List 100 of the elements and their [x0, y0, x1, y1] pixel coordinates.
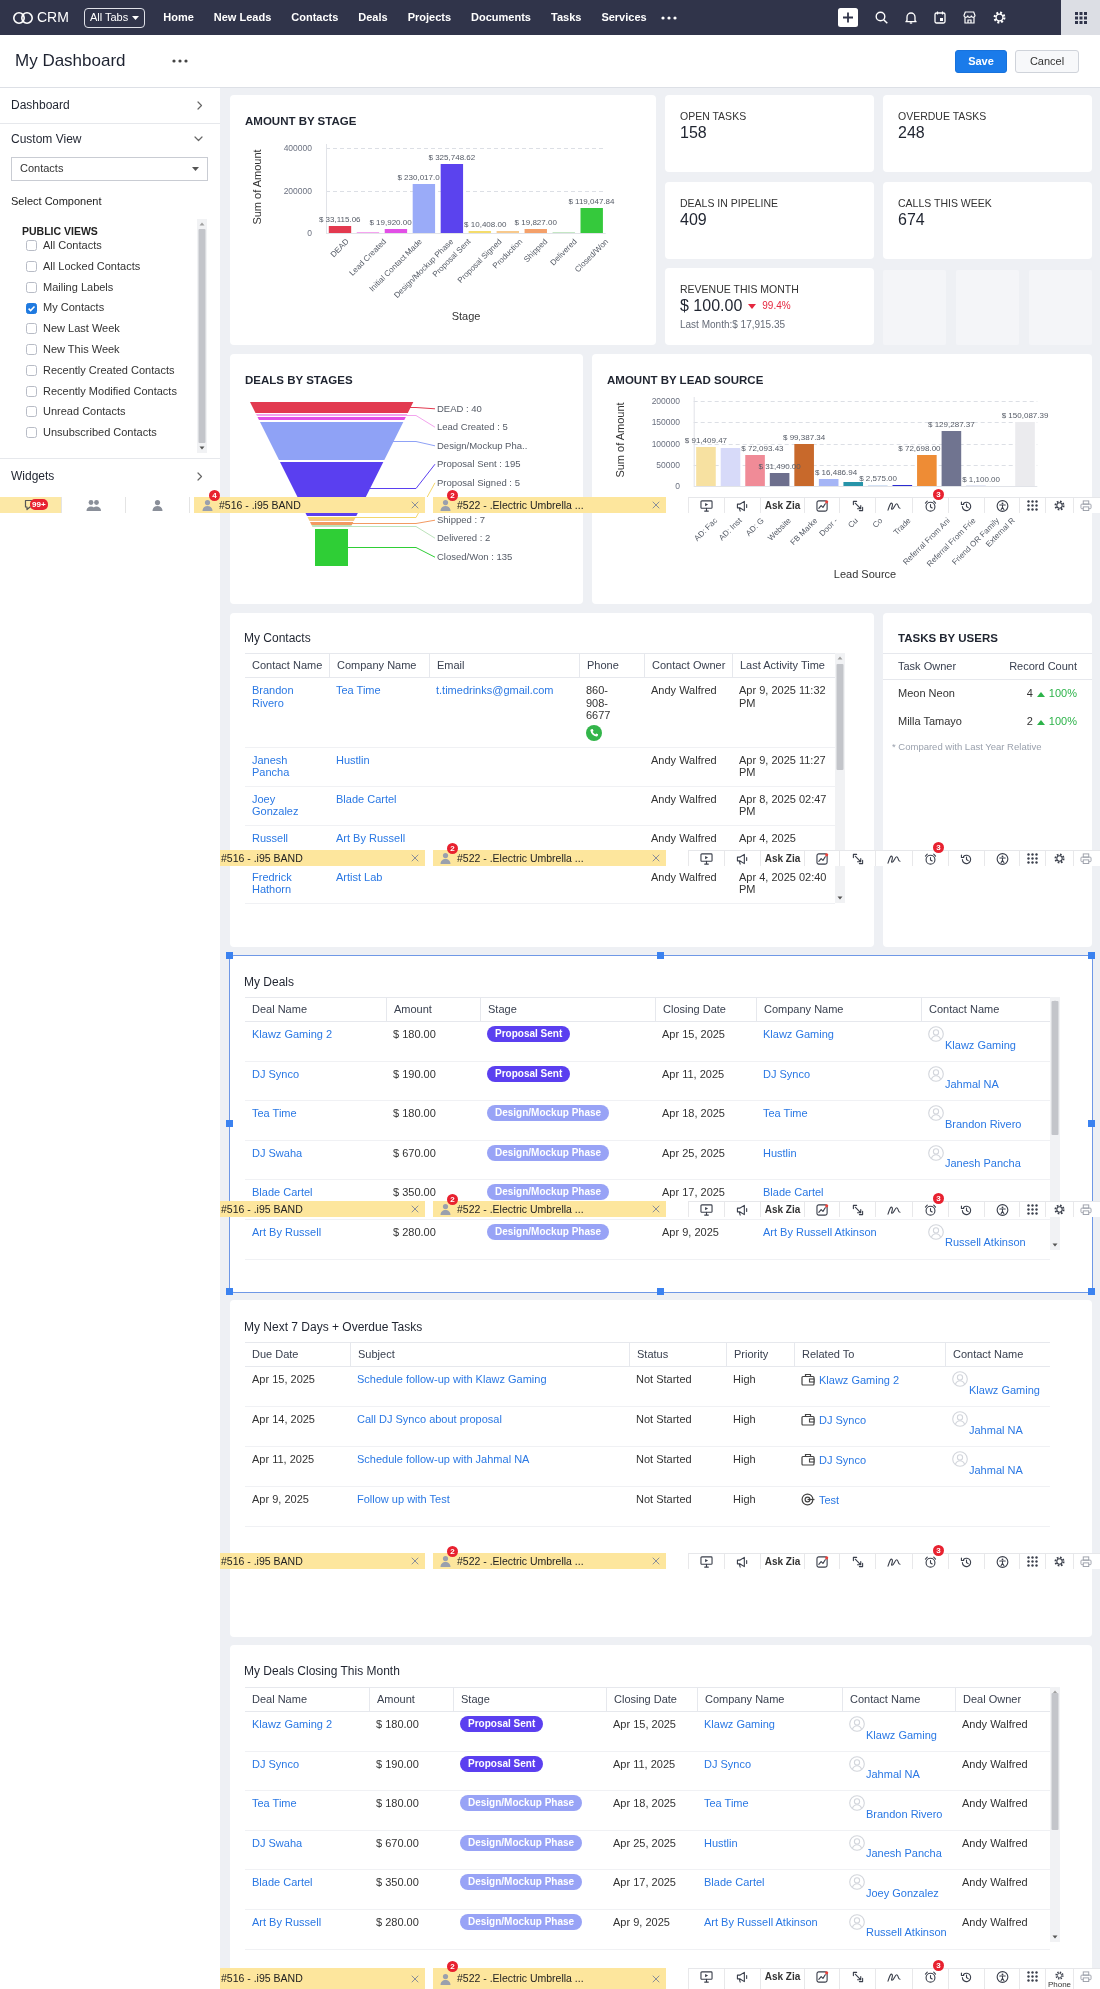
- deal-link[interactable]: DJ Swaha: [252, 1836, 303, 1850]
- chats-tab[interactable]: 99+: [0, 497, 62, 513]
- company-link[interactable]: Art By Russell Atkinson: [763, 1225, 877, 1239]
- deal-link[interactable]: Tea Time: [252, 1797, 297, 1810]
- nav-tab[interactable]: Documents: [471, 10, 531, 25]
- scrollbar[interactable]: [1050, 997, 1060, 1250]
- company-link[interactable]: Blade Cartel: [336, 792, 397, 805]
- task-link[interactable]: Schedule follow-up with Jahmal NA: [357, 1453, 530, 1466]
- chat-tab[interactable]: #516 - .i95 BAND: [220, 1968, 425, 1989]
- company-link[interactable]: Artist Lab: [336, 870, 383, 883]
- checkbox[interactable]: [26, 323, 37, 335]
- company-link[interactable]: Hustlin: [336, 753, 370, 766]
- close-icon[interactable]: [411, 1205, 419, 1213]
- deal-link[interactable]: Art By Russell: [252, 1225, 322, 1239]
- company-link[interactable]: Tea Time: [336, 684, 381, 697]
- ask-zia-button[interactable]: Ask Zia: [760, 1969, 804, 1989]
- contact-link[interactable]: Janesh Pancha: [945, 1157, 1021, 1170]
- nav-tab[interactable]: Deals: [358, 10, 388, 25]
- search-icon[interactable]: [875, 11, 888, 24]
- deal-link[interactable]: DJ Synco: [252, 1067, 300, 1081]
- contact-link[interactable]: Joey Gonzalez: [866, 1886, 939, 1900]
- chat-tab[interactable]: #516 - .i95 BAND: [194, 497, 425, 513]
- close-icon[interactable]: [652, 854, 660, 862]
- all-tabs-dropdown[interactable]: All Tabs: [83, 7, 146, 28]
- bell-icon[interactable]: [905, 11, 917, 24]
- task-link[interactable]: Schedule follow-up with Klawz Gaming: [357, 1373, 547, 1386]
- contact-link[interactable]: Klawz Gaming: [945, 1038, 1016, 1051]
- contact-link[interactable]: Brandon Rivero: [252, 684, 323, 709]
- checkbox[interactable]: [26, 261, 37, 273]
- related-record-link[interactable]: DJ Synco: [819, 1454, 867, 1467]
- save-button[interactable]: Save: [955, 49, 1007, 73]
- view-option[interactable]: Recently Created Contacts: [11, 360, 197, 381]
- deal-link[interactable]: Blade Cartel: [252, 1186, 313, 1199]
- chat-tab[interactable]: #516 - .i95 BAND: [220, 1201, 425, 1217]
- scrollbar[interactable]: [835, 653, 845, 903]
- checkbox[interactable]: [26, 364, 37, 376]
- ask-zia-button[interactable]: Ask Zia: [760, 1202, 804, 1217]
- store-icon[interactable]: [963, 11, 976, 24]
- contact-link[interactable]: Brandon Rivero: [945, 1117, 1022, 1131]
- contact-link[interactable]: Russell: [252, 831, 289, 844]
- view-option[interactable]: Unsubscribed Contacts: [11, 422, 197, 444]
- nav-tab[interactable]: Projects: [407, 10, 452, 25]
- resize-handle[interactable]: [1088, 1120, 1095, 1127]
- nav-tab[interactable]: Contacts: [291, 10, 339, 25]
- resize-handle[interactable]: [1088, 1288, 1095, 1295]
- company-link[interactable]: Hustlin: [704, 1836, 738, 1850]
- contact-link[interactable]: Jahmal NA: [945, 1078, 999, 1091]
- cancel-button[interactable]: Cancel: [1015, 49, 1079, 73]
- contact-link[interactable]: Brandon Rivero: [866, 1807, 943, 1821]
- close-icon[interactable]: [652, 1205, 660, 1213]
- contact-link[interactable]: Russell Atkinson: [945, 1236, 1026, 1249]
- checkbox[interactable]: [26, 427, 37, 439]
- company-link[interactable]: Hustlin: [763, 1146, 797, 1160]
- close-icon[interactable]: [411, 1557, 419, 1565]
- checkbox[interactable]: [26, 385, 37, 397]
- company-link[interactable]: Tea Time: [763, 1107, 808, 1120]
- contact-link[interactable]: Klawz Gaming: [866, 1728, 937, 1741]
- calendar-icon[interactable]: [934, 11, 946, 24]
- resize-handle[interactable]: [226, 1288, 233, 1295]
- nav-tab[interactable]: Home: [163, 10, 194, 25]
- company-link[interactable]: Klawz Gaming: [704, 1718, 775, 1731]
- settings-icon[interactable]: [993, 11, 1006, 24]
- deal-link[interactable]: Klawz Gaming 2: [252, 1028, 333, 1041]
- view-select[interactable]: Contacts: [11, 157, 208, 181]
- contact-link[interactable]: Joey Gonzalez: [252, 792, 323, 818]
- company-link[interactable]: DJ Synco: [763, 1067, 811, 1081]
- chat-tab[interactable]: #522 - .Electric Umbrella ...: [433, 497, 666, 513]
- chat-tab[interactable]: #522 - .Electric Umbrella ...: [433, 1968, 666, 1989]
- close-icon[interactable]: [411, 854, 419, 862]
- ask-zia-button[interactable]: Ask Zia: [760, 498, 804, 513]
- resize-handle[interactable]: [657, 1288, 664, 1295]
- phone-settings-button[interactable]: Phone: [1045, 1969, 1073, 1989]
- deal-link[interactable]: DJ Swaha: [252, 1146, 303, 1160]
- nav-tab[interactable]: Services: [601, 10, 647, 25]
- view-option[interactable]: New This Week: [11, 339, 197, 360]
- close-icon[interactable]: [652, 501, 660, 509]
- resize-handle[interactable]: [226, 952, 233, 959]
- view-option[interactable]: Mailing Labels: [11, 276, 197, 298]
- checkbox[interactable]: [26, 406, 37, 418]
- deal-link[interactable]: Tea Time: [252, 1107, 297, 1120]
- chat-tab[interactable]: #516 - .i95 BAND: [220, 850, 425, 866]
- company-link[interactable]: Blade Cartel: [763, 1186, 824, 1199]
- resize-handle[interactable]: [1088, 952, 1095, 959]
- close-icon[interactable]: [652, 1974, 660, 1983]
- deal-link[interactable]: Blade Cartel: [252, 1876, 313, 1889]
- chat-tab[interactable]: #522 - .Electric Umbrella ...: [433, 1553, 666, 1569]
- nav-tab[interactable]: Tasks: [551, 10, 582, 25]
- company-link[interactable]: Blade Cartel: [704, 1876, 765, 1889]
- checkbox[interactable]: [26, 344, 37, 356]
- chat-tab[interactable]: #522 - .Electric Umbrella ...: [433, 850, 666, 866]
- view-option[interactable]: Recently Modified Contacts: [11, 380, 197, 402]
- company-link[interactable]: Tea Time: [704, 1797, 749, 1810]
- checkbox[interactable]: [26, 302, 37, 314]
- nav-tab[interactable]: New Leads: [213, 10, 272, 25]
- contact-link[interactable]: Jahmal NA: [969, 1463, 1023, 1476]
- chat-tab[interactable]: #516 - .i95 BAND: [220, 1553, 425, 1569]
- deal-link[interactable]: Klawz Gaming 2: [252, 1718, 333, 1731]
- contact-link[interactable]: Janesh Pancha: [252, 753, 323, 779]
- close-icon[interactable]: [411, 1974, 419, 1983]
- deal-link[interactable]: Art By Russell: [252, 1915, 322, 1929]
